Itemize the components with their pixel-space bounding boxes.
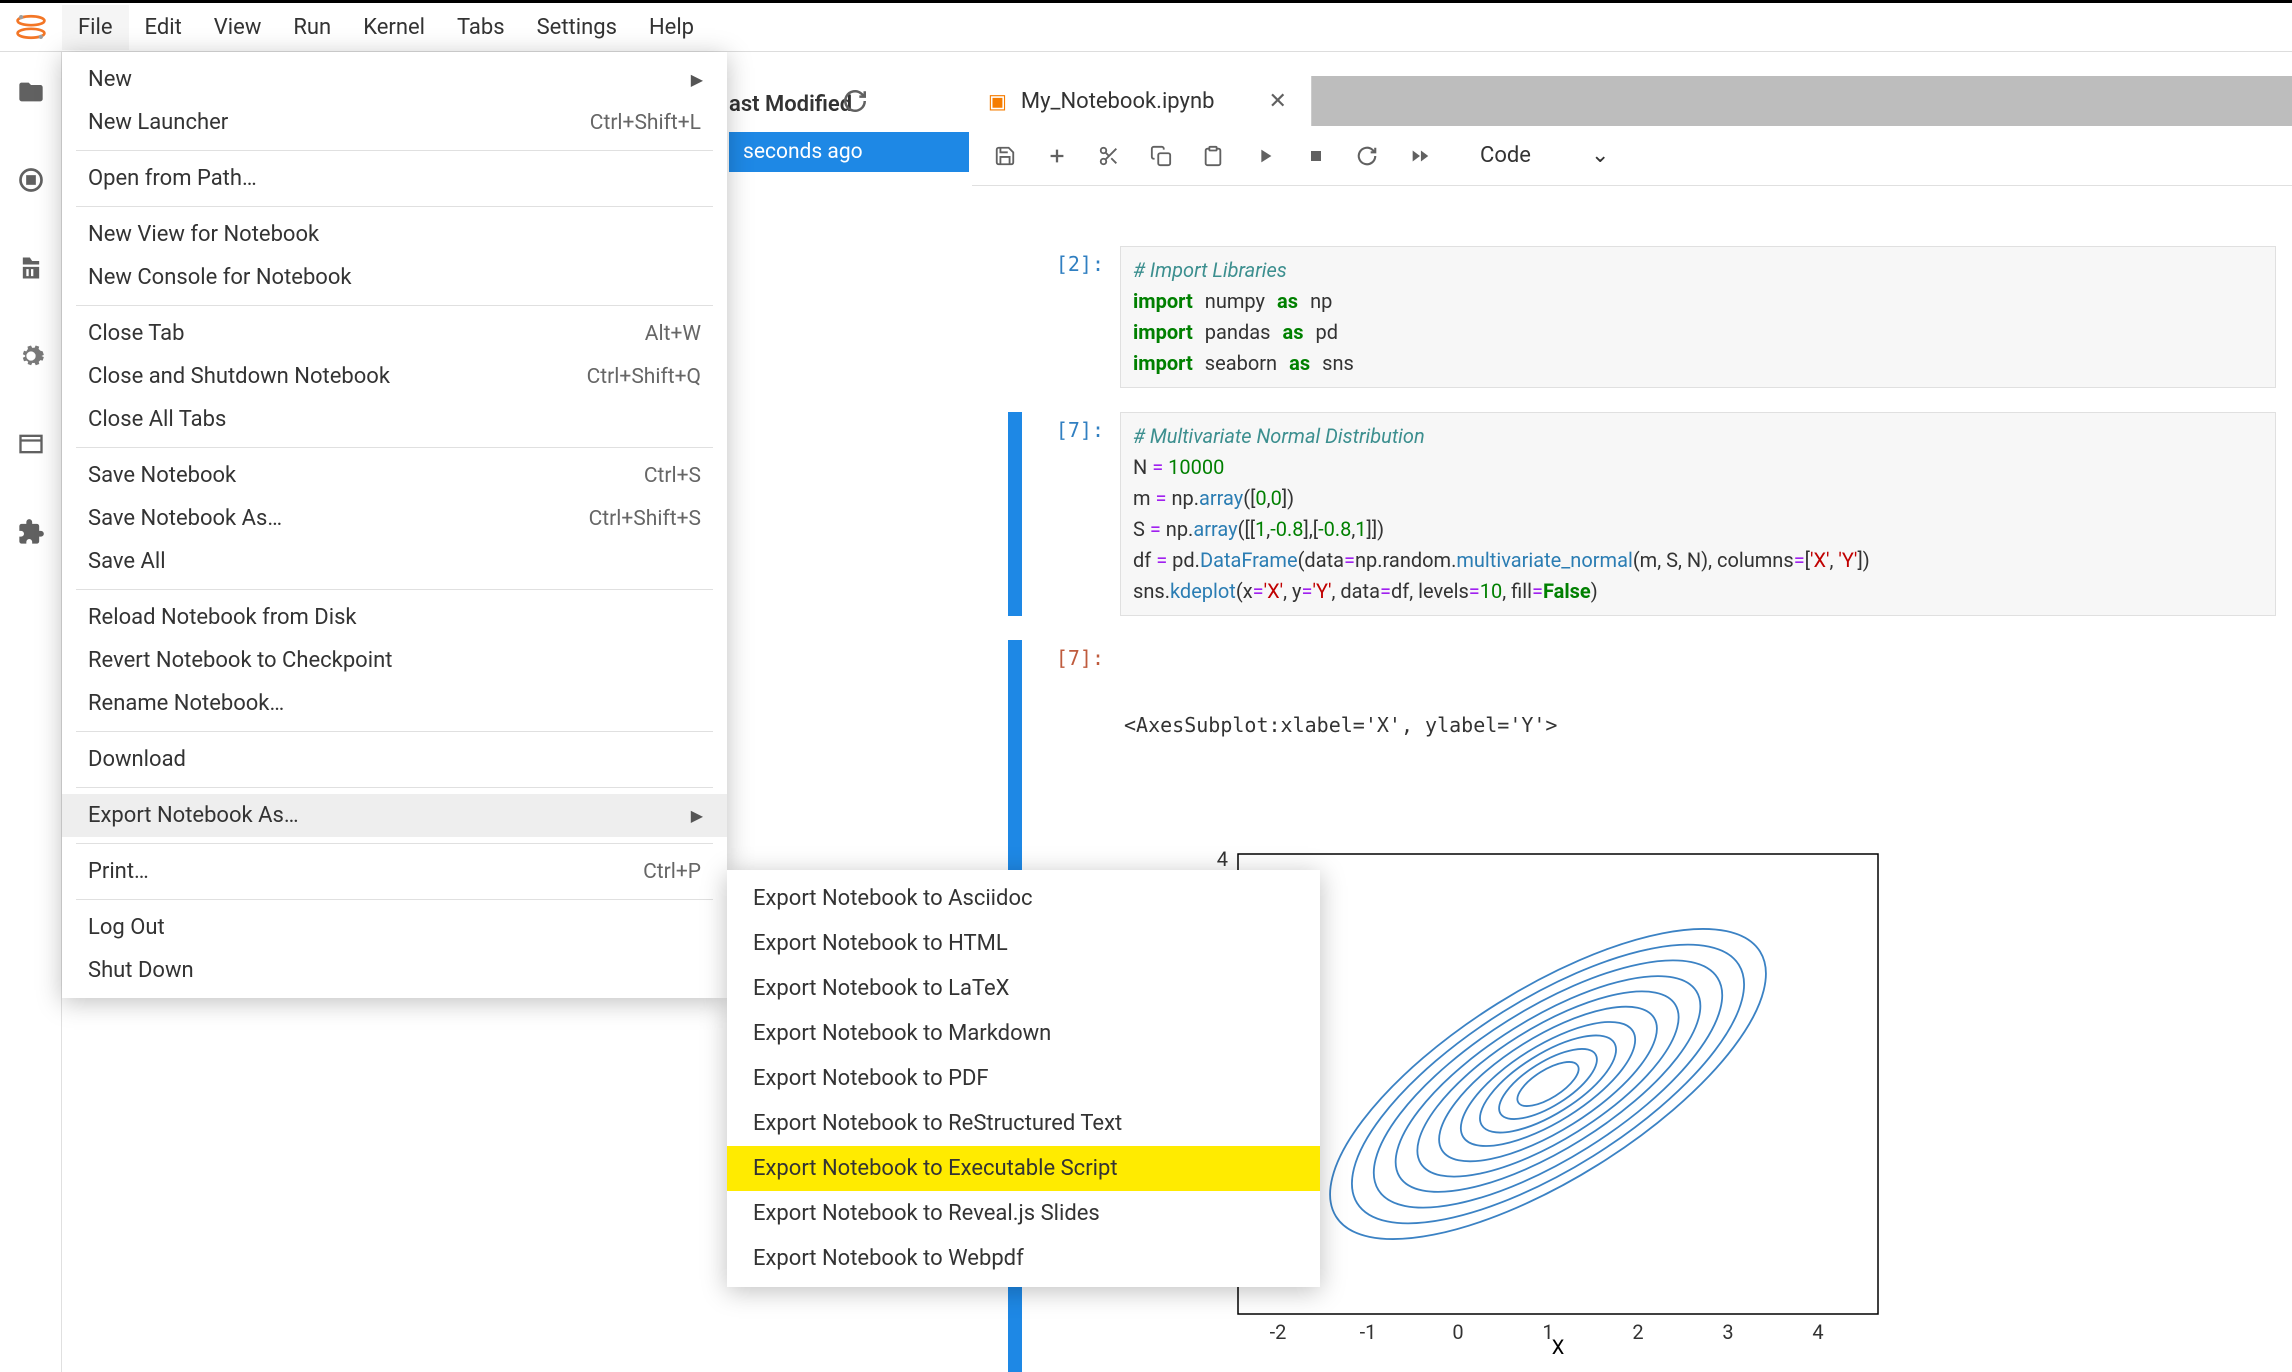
file-rename[interactable]: Rename Notebook… [62, 682, 727, 725]
file-save-as[interactable]: Save Notebook As…Ctrl+Shift+S [62, 497, 727, 540]
run-icon[interactable] [1254, 145, 1276, 167]
notebook-tabbar: ▣ My_Notebook.ipynb ✕ [972, 76, 2292, 126]
chevron-down-icon: ⌄ [1591, 143, 1609, 168]
file-new[interactable]: New▶ [62, 58, 727, 101]
file-revert[interactable]: Revert Notebook to Checkpoint [62, 639, 727, 682]
chevron-right-icon: ▶ [691, 70, 703, 89]
file-export-as[interactable]: Export Notebook As…▶ [62, 794, 727, 837]
code-cell[interactable]: [2]: # Import Libraries import numpy as … [1008, 246, 2276, 388]
export-asciidoc[interactable]: Export Notebook to Asciidoc [727, 876, 1320, 921]
jupyter-logo-icon [14, 10, 48, 44]
menu-edit[interactable]: Edit [129, 5, 198, 50]
svg-text:3: 3 [1722, 1320, 1733, 1344]
file-menu-dropdown: New▶ New LauncherCtrl+Shift+L Open from … [62, 52, 727, 998]
file-save[interactable]: Save NotebookCtrl+S [62, 454, 727, 497]
file-new-launcher[interactable]: New LauncherCtrl+Shift+L [62, 101, 727, 144]
menu-settings[interactable]: Settings [521, 5, 633, 50]
file-close-shutdown[interactable]: Close and Shutdown NotebookCtrl+Shift+Q [62, 355, 727, 398]
file-save-all[interactable]: Save All [62, 540, 727, 583]
copy-icon[interactable] [1150, 145, 1172, 167]
svg-text:4: 4 [1812, 1320, 1823, 1344]
svg-text:-1: -1 [1359, 1320, 1376, 1344]
notebook-toolbar: Code ⌄ [972, 126, 2292, 186]
run-all-icon[interactable] [1408, 145, 1432, 167]
file-new-view[interactable]: New View for Notebook [62, 213, 727, 256]
file-log-out[interactable]: Log Out [62, 906, 727, 949]
refresh-icon[interactable] [842, 88, 868, 114]
notebook-tab[interactable]: ▣ My_Notebook.ipynb ✕ [972, 76, 1312, 126]
code-cell[interactable]: [7]: # Multivariate Normal Distribution … [1008, 412, 2276, 616]
export-latex[interactable]: Export Notebook to LaTeX [727, 966, 1320, 1011]
paste-icon[interactable] [1202, 145, 1224, 167]
svg-text:4: 4 [1216, 847, 1227, 871]
cell-prompt: [2]: [1028, 246, 1120, 388]
export-markdown[interactable]: Export Notebook to Markdown [727, 1011, 1320, 1056]
cell-type-select[interactable]: Code ⌄ [1468, 139, 1621, 172]
menu-view[interactable]: View [198, 5, 278, 50]
export-pdf[interactable]: Export Notebook to PDF [727, 1056, 1320, 1101]
file-close-all[interactable]: Close All Tabs [62, 398, 727, 441]
running-icon[interactable] [17, 166, 45, 194]
cut-icon[interactable] [1098, 145, 1120, 167]
cell-code[interactable]: # Multivariate Normal Distribution N = 1… [1120, 412, 2276, 616]
folder-icon[interactable] [17, 78, 45, 106]
export-rst[interactable]: Export Notebook to ReStructured Text [727, 1101, 1320, 1146]
file-open-from-path[interactable]: Open from Path… [62, 157, 727, 200]
menu-tabs[interactable]: Tabs [441, 5, 521, 50]
export-submenu: Export Notebook to Asciidoc Export Noteb… [727, 870, 1320, 1287]
cell-code[interactable]: # Import Libraries import numpy as np im… [1120, 246, 2276, 388]
git-icon[interactable] [17, 254, 45, 282]
stop-icon[interactable] [1306, 146, 1326, 166]
menu-run[interactable]: Run [277, 5, 347, 50]
close-icon[interactable]: ✕ [1268, 89, 1286, 114]
notebook-tab-title: My_Notebook.ipynb [1021, 89, 1215, 114]
notebook-icon: ▣ [988, 89, 1007, 113]
filebrowser-row-selected[interactable]: seconds ago [729, 132, 969, 172]
add-cell-icon[interactable] [1046, 145, 1068, 167]
settings-icon[interactable] [17, 342, 45, 370]
menu-kernel[interactable]: Kernel [347, 5, 441, 50]
file-close-tab[interactable]: Close TabAlt+W [62, 312, 727, 355]
file-print[interactable]: Print…Ctrl+P [62, 850, 727, 893]
file-download[interactable]: Download [62, 738, 727, 781]
left-rail [0, 52, 62, 1372]
tabs-icon[interactable] [17, 430, 45, 458]
menubar: File Edit View Run Kernel Tabs Settings … [0, 0, 2292, 52]
svg-text:2: 2 [1632, 1320, 1643, 1344]
cell-prompt: [7]: [1028, 412, 1120, 616]
cell-type-label: Code [1480, 143, 1531, 168]
svg-text:-2: -2 [1269, 1320, 1286, 1344]
file-reload[interactable]: Reload Notebook from Disk [62, 596, 727, 639]
export-reveal[interactable]: Export Notebook to Reveal.js Slides [727, 1191, 1320, 1236]
plot-xlabel: X [1551, 1335, 1564, 1354]
save-icon[interactable] [994, 145, 1016, 167]
svg-text:0: 0 [1452, 1320, 1463, 1344]
chevron-right-icon: ▶ [691, 806, 703, 825]
export-webpdf[interactable]: Export Notebook to Webpdf [727, 1236, 1320, 1281]
extension-icon[interactable] [17, 518, 45, 546]
menu-file[interactable]: File [62, 5, 129, 50]
output-text: <AxesSubplot:xlabel='X', ylabel='Y'> [1124, 710, 2264, 741]
export-executable-script[interactable]: Export Notebook to Executable Script [727, 1146, 1320, 1191]
export-html[interactable]: Export Notebook to HTML [727, 921, 1320, 966]
menu-help[interactable]: Help [633, 5, 710, 50]
file-shut-down[interactable]: Shut Down [62, 949, 727, 992]
file-new-console[interactable]: New Console for Notebook [62, 256, 727, 299]
restart-icon[interactable] [1356, 145, 1378, 167]
